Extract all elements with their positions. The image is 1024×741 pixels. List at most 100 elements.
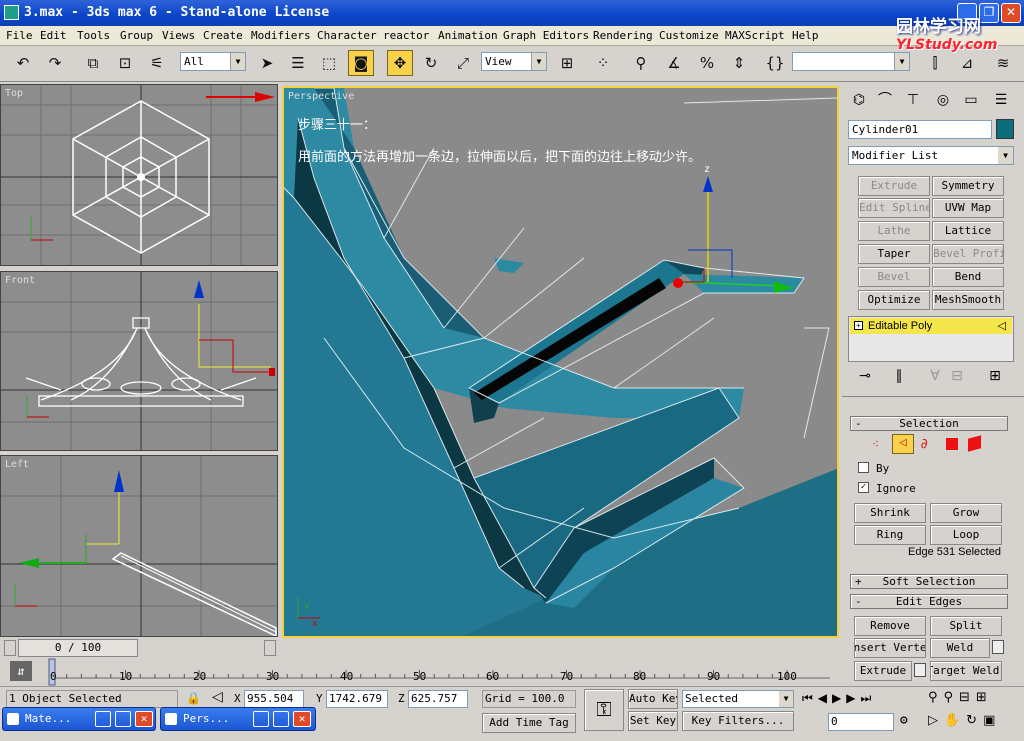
viewport-top[interactable]: Top	[0, 84, 278, 266]
select-manipulate-icon[interactable]: ⁘	[590, 50, 616, 76]
object-name-input[interactable]: Cylinder01	[848, 120, 992, 139]
time-config-icon[interactable]: ⚙	[900, 713, 908, 728]
extrude-button[interactable]: Extrude	[854, 661, 912, 681]
border-subobject-icon[interactable]: ∂	[920, 436, 936, 452]
utilities-tab-icon[interactable]: ☰	[990, 90, 1012, 112]
track-bar[interactable]: ⇵ 0 10 20 30 40 50 60 70 80 90 100	[0, 658, 842, 686]
selection-filter-dropdown[interactable]: All ▼	[180, 52, 246, 71]
percent-snap-icon[interactable]: %	[694, 50, 720, 76]
modifier-bend-button[interactable]: Bend	[932, 267, 1004, 287]
hierarchy-tab-icon[interactable]: ⊤	[902, 90, 924, 112]
menu-views[interactable]: Views	[162, 29, 195, 42]
modifier-lattice-button[interactable]: Lattice	[932, 221, 1004, 241]
angle-snap-icon[interactable]: ∡	[661, 50, 687, 76]
modifier-bevel-profile-button[interactable]: Bevel Profile	[932, 244, 1004, 264]
by-vertex-checkbox[interactable]	[858, 462, 869, 473]
modifier-lathe-button[interactable]: Lathe	[858, 221, 930, 241]
menu-tools[interactable]: Tools	[77, 29, 110, 42]
menu-edit[interactable]: Edit	[40, 29, 67, 42]
modifier-optimize-button[interactable]: Optimize	[858, 290, 930, 310]
element-subobject-icon[interactable]	[968, 435, 981, 452]
ring-button[interactable]: Ring	[854, 525, 926, 545]
key-mode-dropdown[interactable]: Selected ▼	[682, 690, 794, 708]
object-color-swatch[interactable]	[996, 119, 1014, 139]
named-selection-dropdown[interactable]: ▼	[792, 52, 910, 71]
select-and-scale-icon[interactable]: ⤢	[450, 50, 476, 76]
viewport-nav-controls-2[interactable]: ▷✋↻▣	[928, 713, 1001, 728]
show-end-result-icon[interactable]: ∥	[888, 366, 910, 388]
split-button[interactable]: Split	[930, 616, 1002, 636]
modify-tab-icon[interactable]: ⌒	[874, 90, 896, 112]
menu-reactor[interactable]: reactor	[383, 29, 429, 42]
task-material-editor[interactable]: Mate... ✕	[2, 707, 156, 731]
undo-icon[interactable]: ↶	[10, 50, 36, 76]
motion-tab-icon[interactable]: ◎	[932, 90, 954, 112]
remove-modifier-icon[interactable]: ⊟	[946, 366, 968, 388]
snap-toggle-icon[interactable]: ⚲	[628, 50, 654, 76]
restore-icon[interactable]	[95, 711, 111, 727]
modifier-extrude-button[interactable]: Extrude	[858, 176, 930, 196]
viewport-front[interactable]: Front	[0, 271, 278, 451]
pin-stack-icon[interactable]: ⊸	[854, 366, 876, 388]
create-tab-icon[interactable]: ⌬	[848, 90, 870, 112]
viewport-front-label[interactable]: Front	[5, 275, 35, 286]
spinner-snap-icon[interactable]: ⇕	[726, 50, 752, 76]
select-by-name-icon[interactable]: ☰	[285, 50, 311, 76]
current-frame-input[interactable]: 0	[828, 713, 894, 731]
weld-settings-icon[interactable]	[992, 640, 1004, 654]
loop-button[interactable]: Loop	[930, 525, 1002, 545]
bind-space-warp-icon[interactable]: ⚟	[144, 50, 170, 76]
soft-selection-rollout-header[interactable]: + Soft Selection	[850, 574, 1008, 589]
lock-selection-icon[interactable]: 🔒	[186, 691, 201, 705]
y-coord-input[interactable]: 1742.679	[326, 690, 388, 708]
menu-group[interactable]: Group	[120, 29, 153, 42]
z-coord-input[interactable]: 625.757	[408, 690, 468, 708]
add-time-tag-button[interactable]: Add Time Tag	[482, 713, 576, 733]
modifier-taper-button[interactable]: Taper	[858, 244, 930, 264]
select-and-move-icon[interactable]: ✥	[387, 50, 413, 76]
viewport-perspective-label[interactable]: Perspective	[288, 91, 354, 102]
make-unique-icon[interactable]: ∀	[924, 366, 946, 388]
selection-rollout-header[interactable]: - Selection	[850, 416, 1008, 431]
extrude-settings-icon[interactable]	[914, 663, 926, 677]
viewport-top-label[interactable]: Top	[5, 88, 23, 99]
open-mini-curve-editor-icon[interactable]: ⇵	[10, 661, 32, 681]
edge-subobject-icon[interactable]: ◁	[892, 434, 914, 454]
menu-create[interactable]: Create	[203, 29, 243, 42]
menu-graph-editors[interactable]: Graph Editors	[503, 29, 589, 42]
vertex-subobject-icon[interactable]: ⁖	[872, 437, 886, 451]
x-coord-input[interactable]: 955.504	[244, 690, 304, 708]
modifier-bevel-button[interactable]: Bevel	[858, 267, 930, 287]
reference-coord-dropdown[interactable]: View ▼	[481, 52, 547, 71]
configure-sets-icon[interactable]: ⊞	[984, 366, 1006, 388]
window-crossing-icon[interactable]: ◙	[348, 50, 374, 76]
menu-maxscript[interactable]: MAXScript	[725, 29, 785, 42]
select-and-rotate-icon[interactable]: ↻	[418, 50, 444, 76]
menu-animation[interactable]: Animation	[438, 29, 498, 42]
edit-edges-rollout-header[interactable]: - Edit Edges	[850, 594, 1008, 609]
modifier-symmetry-button[interactable]: Symmetry	[932, 176, 1004, 196]
redo-icon[interactable]: ↷	[42, 50, 68, 76]
expand-icon[interactable]: +	[854, 321, 863, 330]
playback-controls[interactable]: ⏮◀▶▶⏭	[802, 691, 876, 706]
menu-customize[interactable]: Customize	[659, 29, 719, 42]
select-and-link-icon[interactable]: ⧉	[80, 50, 106, 76]
menu-modifiers[interactable]: Modifiers	[251, 29, 311, 42]
set-key-icon[interactable]: ⚿	[584, 689, 624, 731]
menu-help[interactable]: Help	[792, 29, 819, 42]
modifier-meshsmooth-button[interactable]: MeshSmooth	[932, 290, 1004, 310]
modifier-uvw-map-button[interactable]: UVW Map	[932, 198, 1004, 218]
shrink-button[interactable]: Shrink	[854, 503, 926, 523]
restore-icon[interactable]	[253, 711, 269, 727]
rectangular-selection-icon[interactable]: ⬚	[316, 50, 342, 76]
unlink-icon[interactable]: ⊡	[112, 50, 138, 76]
viewport-nav-controls[interactable]: ⚲⚲⊟⊞	[928, 690, 993, 705]
menu-rendering[interactable]: Rendering	[593, 29, 653, 42]
set-key-button[interactable]: Set Key	[628, 711, 678, 731]
menu-character[interactable]: Character	[317, 29, 377, 42]
key-filters-button[interactable]: Key Filters...	[682, 711, 794, 731]
viewport-left[interactable]: Left	[0, 455, 278, 637]
weld-button[interactable]: Weld	[930, 638, 990, 658]
insert-vertex-button[interactable]: Insert Vertex	[854, 638, 926, 658]
pivot-center-icon[interactable]: ⊞	[554, 50, 580, 76]
